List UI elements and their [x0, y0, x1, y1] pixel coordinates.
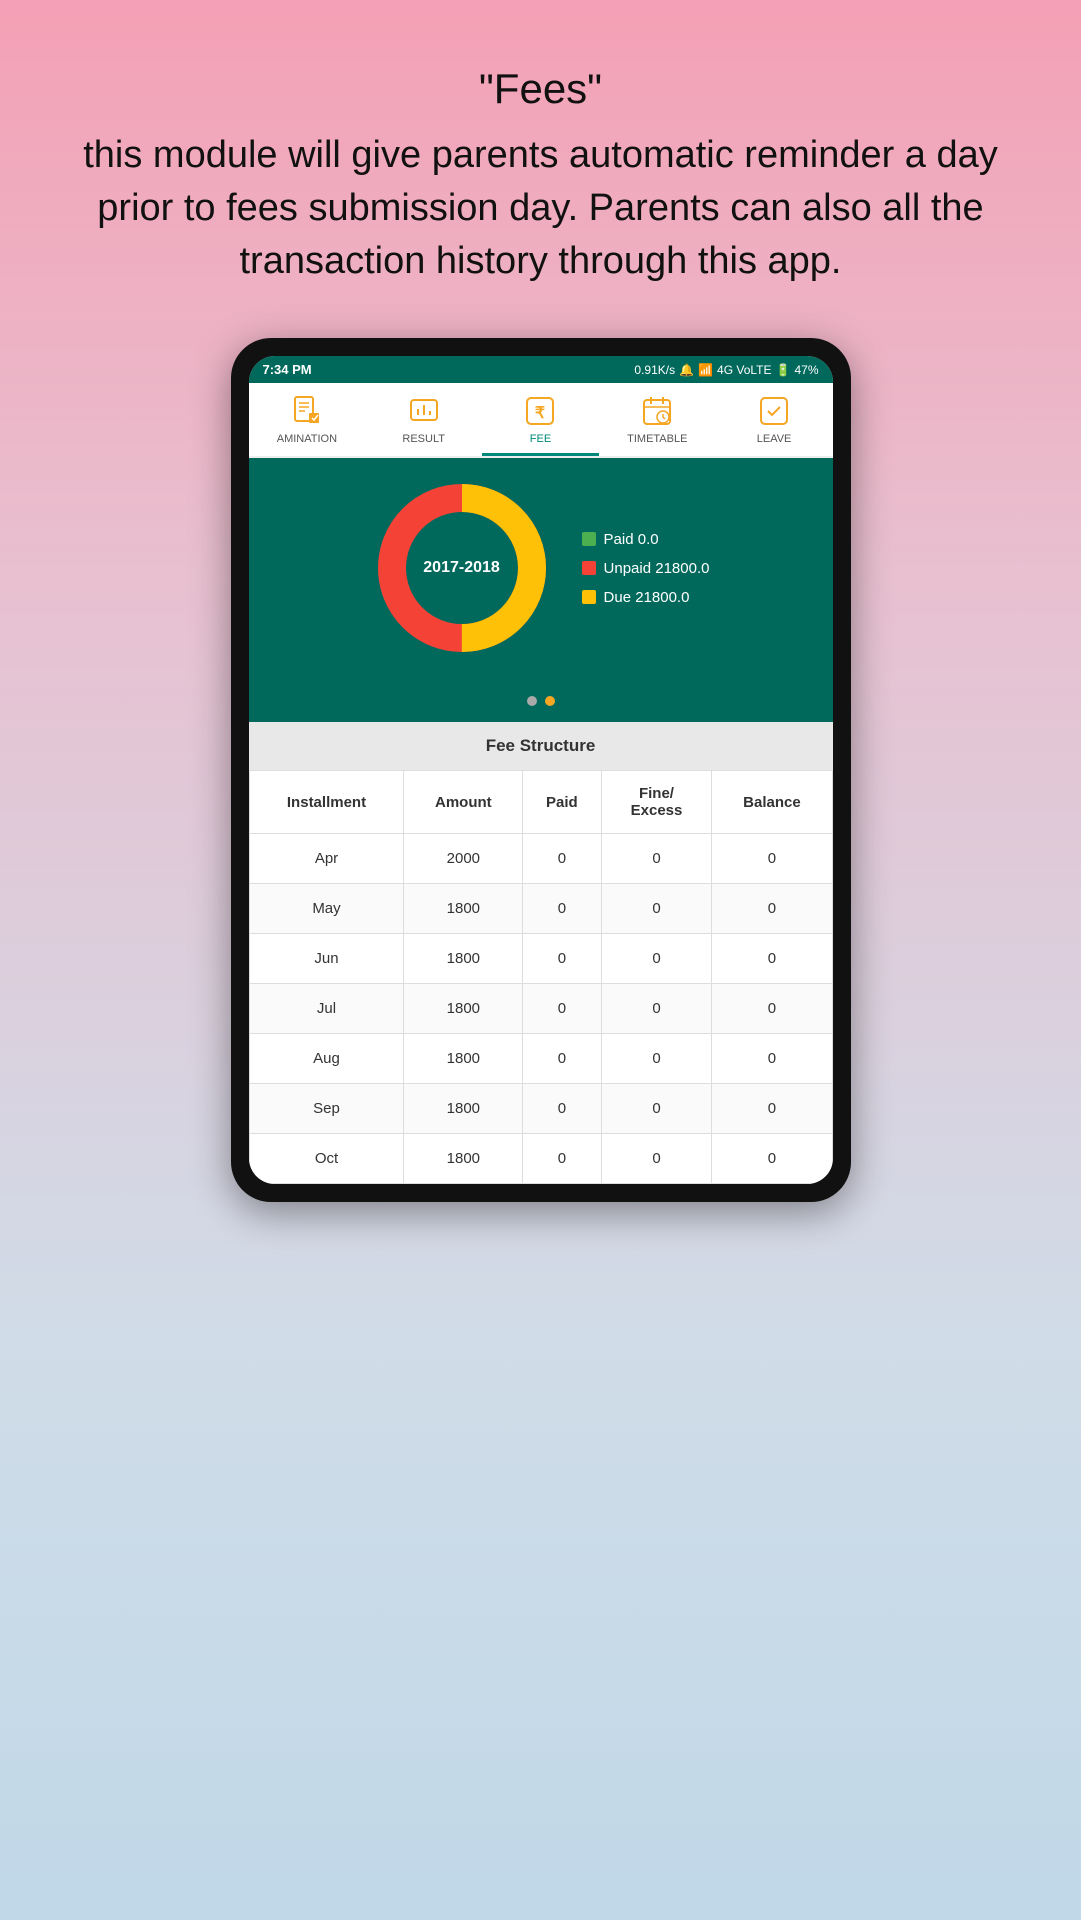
- examination-icon: [289, 393, 325, 429]
- tab-examination-label: AMINATION: [277, 433, 337, 445]
- paid-dot: [582, 532, 596, 546]
- wifi-icon: 📶: [698, 363, 713, 377]
- leave-icon: [756, 393, 792, 429]
- phone-screen: 7:34 PM 0.91K/s 🔔 📶 4G VoLTE 🔋 47%: [249, 356, 833, 1184]
- table-row: Apr 2000 0 0 0: [249, 834, 832, 884]
- cell-paid: 0: [523, 884, 601, 934]
- cell-balance: 0: [712, 984, 832, 1034]
- cell-fine-excess: 0: [601, 884, 712, 934]
- cell-paid: 0: [523, 834, 601, 884]
- col-paid: Paid: [523, 771, 601, 834]
- cell-amount: 1800: [404, 1084, 523, 1134]
- cell-paid: 0: [523, 934, 601, 984]
- table-row: May 1800 0 0 0: [249, 884, 832, 934]
- cell-fine-excess: 0: [601, 984, 712, 1034]
- cell-balance: 0: [712, 834, 832, 884]
- cell-paid: 0: [523, 1084, 601, 1134]
- col-balance: Balance: [712, 771, 832, 834]
- cell-installment: Apr: [249, 834, 404, 884]
- cell-installment: May: [249, 884, 404, 934]
- chart-dots-nav: [249, 688, 833, 722]
- battery-pct: 47%: [794, 363, 818, 377]
- status-right: 0.91K/s 🔔 📶 4G VoLTE 🔋 47%: [634, 363, 818, 377]
- tab-fee[interactable]: ₹ FEE: [482, 383, 599, 456]
- cell-amount: 1800: [404, 884, 523, 934]
- tab-result[interactable]: RESULT: [365, 383, 482, 456]
- due-dot: [582, 590, 596, 604]
- cell-amount: 2000: [404, 834, 523, 884]
- tab-examination[interactable]: AMINATION: [249, 383, 366, 456]
- table-row: Sep 1800 0 0 0: [249, 1084, 832, 1134]
- cell-amount: 1800: [404, 1034, 523, 1084]
- signal-icon: 🔔: [679, 363, 694, 377]
- cell-balance: 0: [712, 1034, 832, 1084]
- fees-title: "Fees": [80, 60, 1001, 119]
- cell-fine-excess: 0: [601, 1034, 712, 1084]
- donut-year-label: 2017-2018: [423, 559, 500, 577]
- cell-balance: 0: [712, 1134, 832, 1184]
- fee-icon: ₹: [522, 393, 558, 429]
- cell-paid: 0: [523, 1034, 601, 1084]
- tab-timetable[interactable]: TIMETABLE: [599, 383, 716, 456]
- cell-installment: Jun: [249, 934, 404, 984]
- navigation-tabs: AMINATION RESULT ₹: [249, 383, 833, 458]
- legend-paid: Paid 0.0: [582, 531, 710, 548]
- cell-installment: Jul: [249, 984, 404, 1034]
- cell-amount: 1800: [404, 1134, 523, 1184]
- table-header-row: Installment Amount Paid Fine/Excess Bala…: [249, 771, 832, 834]
- cell-paid: 0: [523, 1134, 601, 1184]
- timetable-icon: [639, 393, 675, 429]
- network-type: 4G VoLTE: [717, 363, 771, 377]
- legend-due: Due 21800.0: [582, 589, 710, 606]
- fees-description: this module will give parents automatic …: [80, 129, 1001, 289]
- cell-paid: 0: [523, 984, 601, 1034]
- unpaid-dot: [582, 561, 596, 575]
- header-section: "Fees" this module will give parents aut…: [0, 0, 1081, 318]
- tab-timetable-label: TIMETABLE: [627, 433, 687, 445]
- cell-installment: Sep: [249, 1084, 404, 1134]
- status-time: 7:34 PM: [263, 362, 312, 377]
- donut-chart: 2017-2018: [372, 478, 552, 658]
- svg-text:₹: ₹: [535, 405, 545, 422]
- paid-label: Paid 0.0: [604, 531, 659, 548]
- chart-section: 2017-2018 Paid 0.0 Unpaid 21800.0 Due 21…: [249, 458, 833, 688]
- due-label: Due 21800.0: [604, 589, 690, 606]
- table-row: Jun 1800 0 0 0: [249, 934, 832, 984]
- cell-balance: 0: [712, 1084, 832, 1134]
- dot-2[interactable]: [545, 696, 555, 706]
- cell-balance: 0: [712, 934, 832, 984]
- cell-amount: 1800: [404, 934, 523, 984]
- tab-result-label: RESULT: [402, 433, 445, 445]
- network-speed: 0.91K/s: [634, 363, 675, 377]
- tab-leave-label: LEAVE: [757, 433, 792, 445]
- dot-1[interactable]: [527, 696, 537, 706]
- cell-fine-excess: 0: [601, 934, 712, 984]
- chart-legend: Paid 0.0 Unpaid 21800.0 Due 21800.0: [582, 531, 710, 606]
- col-installment: Installment: [249, 771, 404, 834]
- cell-fine-excess: 0: [601, 1134, 712, 1184]
- cell-installment: Oct: [249, 1134, 404, 1184]
- result-icon: [406, 393, 442, 429]
- status-bar: 7:34 PM 0.91K/s 🔔 📶 4G VoLTE 🔋 47%: [249, 356, 833, 383]
- legend-unpaid: Unpaid 21800.0: [582, 560, 710, 577]
- table-row: Jul 1800 0 0 0: [249, 984, 832, 1034]
- phone-frame: 7:34 PM 0.91K/s 🔔 📶 4G VoLTE 🔋 47%: [231, 338, 851, 1202]
- battery-icon: 🔋: [776, 363, 791, 377]
- cell-fine-excess: 0: [601, 834, 712, 884]
- fee-structure-header: Fee Structure: [249, 722, 833, 770]
- cell-amount: 1800: [404, 984, 523, 1034]
- cell-installment: Aug: [249, 1034, 404, 1084]
- tab-fee-label: FEE: [530, 433, 551, 445]
- cell-fine-excess: 0: [601, 1084, 712, 1134]
- col-fine-excess: Fine/Excess: [601, 771, 712, 834]
- table-row: Oct 1800 0 0 0: [249, 1134, 832, 1184]
- cell-balance: 0: [712, 884, 832, 934]
- unpaid-label: Unpaid 21800.0: [604, 560, 710, 577]
- table-row: Aug 1800 0 0 0: [249, 1034, 832, 1084]
- tab-leave[interactable]: LEAVE: [716, 383, 833, 456]
- fee-table: Installment Amount Paid Fine/Excess Bala…: [249, 770, 833, 1184]
- col-amount: Amount: [404, 771, 523, 834]
